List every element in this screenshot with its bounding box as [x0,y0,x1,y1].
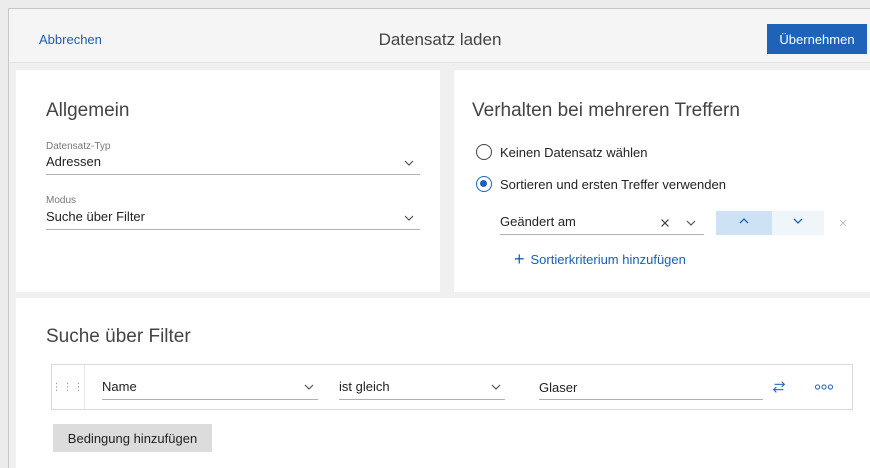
condition-operator-select[interactable]: ist gleich [339,376,505,400]
add-condition-button[interactable]: Bedingung hinzufügen [53,424,212,452]
chevron-down-icon [402,156,416,170]
record-type-select[interactable]: Adressen [46,151,420,175]
chevron-down-icon [402,211,416,225]
multiple-hits-title: Verhalten bei mehreren Treffern [472,100,740,121]
mode-value: Suche über Filter [46,209,145,224]
dialog-header: Abbrechen Datensatz laden Übernehmen [9,9,870,63]
chevron-down-icon [302,380,316,394]
close-icon[interactable] [836,216,850,230]
mode-label: Modus [46,195,77,206]
dialog-frame: Abbrechen Datensatz laden Übernehmen All… [8,8,870,468]
multiple-hits-card: Verhalten bei mehreren Treffern Keinen D… [454,70,870,292]
condition-field-value: Name [102,379,137,394]
close-icon[interactable] [658,216,672,230]
general-title: Allgemein [46,100,130,121]
condition-field-select[interactable]: Name [102,376,318,400]
chevron-down-icon[interactable] [684,216,698,230]
add-sort-criterion-link[interactable]: + Sortierkriterium hinzufügen [514,249,686,269]
radio-sort-first-label: Sortieren und ersten Treffer verwenden [500,177,726,192]
radio-no-record-label: Keinen Datensatz wählen [500,145,648,160]
chevron-down-icon [791,214,805,233]
more-options-icon[interactable] [812,378,836,396]
radio-sort-first[interactable] [476,176,492,192]
record-type-value: Adressen [46,154,101,169]
sort-ascending-button[interactable] [716,211,772,235]
drag-handle-icon[interactable]: ⋮⋮⋮ [52,365,85,409]
sort-field-value: Geändert am [500,214,576,229]
dialog-title: Datensatz laden [378,30,502,49]
radio-no-record[interactable] [476,144,492,160]
filter-title: Suche über Filter [46,326,191,347]
sort-descending-button[interactable] [772,211,824,235]
condition-value-input[interactable] [539,376,763,400]
filter-condition-row: ⋮⋮⋮ Name ist gleich [51,364,853,410]
add-sort-criterion-label: Sortierkriterium hinzufügen [530,252,686,267]
plus-icon: + [514,249,525,269]
switch-arrows-icon[interactable] [770,378,788,396]
condition-operator-value: ist gleich [339,379,390,394]
apply-button[interactable]: Übernehmen [767,24,867,54]
chevron-down-icon [489,380,503,394]
condition-value-field[interactable] [539,376,763,395]
chevron-up-icon [737,214,751,233]
general-card: Allgemein Datensatz-Typ Adressen Modus S… [16,70,440,292]
sort-field-select[interactable]: Geändert am [500,211,704,235]
mode-select[interactable]: Suche über Filter [46,206,420,230]
